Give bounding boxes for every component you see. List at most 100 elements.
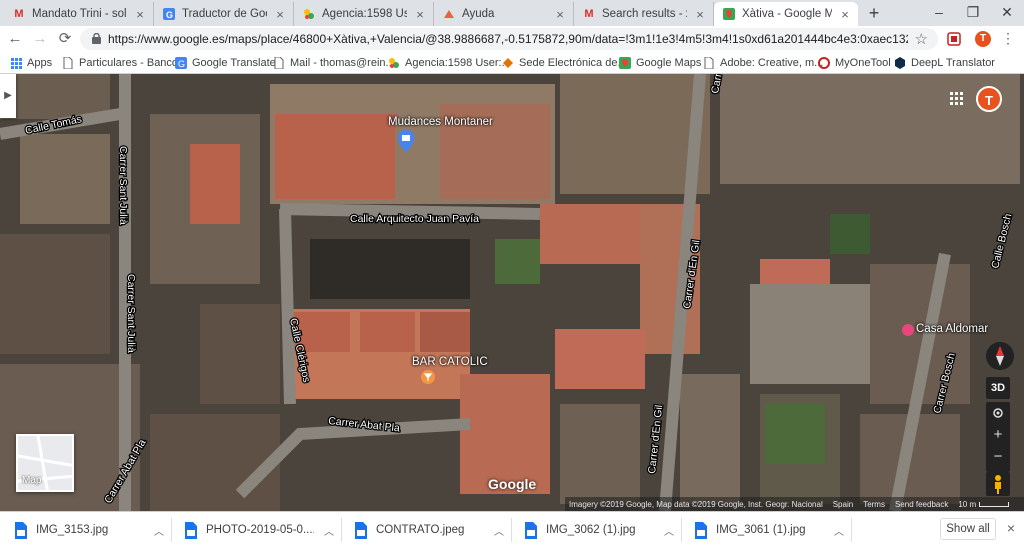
bookmark-label: Google Translate [192, 57, 276, 69]
download-filename: IMG_3153.jpg [36, 524, 109, 536]
pegman-icon[interactable] [986, 472, 1010, 496]
download-filename: CONTRATO.jpeg [376, 524, 465, 536]
image-file-icon [15, 521, 27, 539]
close-icon[interactable]: × [413, 7, 427, 22]
my-location-icon[interactable] [991, 406, 1005, 420]
close-icon[interactable]: × [1004, 520, 1018, 536]
tab-google-maps[interactable]: Xàtiva - Google Maps × [714, 2, 858, 26]
image-file-icon [695, 521, 707, 539]
show-all-button[interactable]: Show all [940, 518, 996, 540]
toggle-3d-button[interactable]: 3D [986, 377, 1010, 399]
minimize-button[interactable]: – [922, 0, 956, 26]
bookmark-label: MyOneTool [835, 57, 891, 69]
google-logo: Google [488, 476, 537, 492]
gmail-icon: M [584, 8, 594, 20]
lock-icon [92, 33, 101, 44]
download-item[interactable]: IMG_3061 (1).jpg ︿ [694, 518, 852, 542]
close-icon[interactable]: × [133, 7, 147, 22]
tab-mandato[interactable]: M Mandato Trini - solar X × [4, 2, 154, 26]
scale-label: 10 m [958, 499, 977, 509]
address-bar[interactable]: https://www.google.es/maps/place/46800+X… [80, 28, 938, 50]
google-maps-icon [722, 7, 736, 21]
bookmark-myonetool[interactable]: MyOneTool [818, 55, 891, 71]
bookmark-particulares[interactable]: Particulares - Banco... [62, 55, 187, 71]
download-item[interactable]: CONTRATO.jpeg ︿ [354, 518, 512, 542]
browser-window: M Mandato Trini - solar X × G Traductor … [0, 0, 1024, 546]
bookmark-star-icon[interactable]: ☆ [915, 30, 928, 48]
download-filename: IMG_3061 (1).jpg [716, 524, 806, 536]
download-item[interactable]: PHOTO-2019-05-0....jpg ︿ [184, 518, 342, 542]
page-icon [62, 57, 74, 69]
tab-traductor[interactable]: G Traductor de Google × [154, 2, 294, 26]
restore-button[interactable]: ❐ [956, 0, 990, 26]
road-label: Carrer Sant Julià [125, 274, 137, 353]
extension-icon[interactable] [946, 31, 962, 47]
road-label: Calle Clérigos [287, 317, 312, 383]
bookmark-label: Particulares - Banco... [79, 57, 188, 69]
bar-pin-icon[interactable] [421, 370, 435, 388]
compass-icon[interactable] [986, 342, 1014, 370]
tab-search-results[interactable]: M Search results - xthoma × [574, 2, 714, 26]
bookmark-label: Agencia:1598 User:... [405, 57, 511, 69]
bookmark-label: DeepL Translator [911, 57, 995, 69]
bookmark-sede[interactable]: Sede Electrónica de... [502, 55, 627, 71]
profile-avatar[interactable]: T [975, 31, 991, 47]
poi-label[interactable]: Mudances Montaner [388, 116, 493, 128]
close-icon[interactable]: × [838, 7, 852, 22]
zoom-controls: + − [986, 402, 1010, 472]
chevron-up-icon[interactable]: ︿ [662, 523, 676, 538]
map-attribution-bar: Imagery ©2019 Google, Map data ©2019 Goo… [565, 497, 1024, 511]
tab-title: Xàtiva - Google Maps [742, 8, 832, 20]
agencia-icon [388, 57, 400, 69]
bookmark-label: Sede Electrónica de... [519, 57, 627, 69]
chevron-up-icon[interactable]: ︿ [832, 523, 846, 538]
road-label: Calle Bosch [989, 212, 1014, 269]
scale-bar[interactable]: 10 m [958, 499, 1010, 509]
close-icon[interactable]: × [553, 7, 567, 22]
forward-button[interactable]: → [29, 28, 51, 50]
poi-label[interactable]: Casa Aldomar [916, 323, 988, 335]
satellite-map[interactable]: ▶ Calle Tomás Carrer Sant Julià Calle Ar… [0, 74, 1024, 511]
bookmark-google-translate[interactable]: G Google Translate [175, 55, 276, 71]
bookmark-adobe[interactable]: Adobe: Creative, m... [703, 55, 823, 71]
download-filename: IMG_3062 (1).jpg [546, 524, 636, 536]
bookmark-label: Mail - thomas@rein... [290, 57, 395, 69]
profile-avatar[interactable]: T [976, 86, 1002, 112]
map-layer-toggle[interactable]: Map [16, 434, 74, 492]
svg-text:G: G [178, 59, 185, 69]
close-icon[interactable]: × [693, 7, 707, 22]
chevron-up-icon[interactable]: ︿ [322, 523, 336, 538]
feedback-link[interactable]: Send feedback [895, 500, 948, 509]
download-item[interactable]: IMG_3153.jpg ︿ [14, 518, 172, 542]
bookmark-label: Google Maps [636, 57, 702, 69]
tab-title: Agencia:1598 User:6924 [322, 8, 407, 20]
terms-link[interactable]: Terms [863, 500, 885, 509]
menu-dots-icon[interactable]: ⋮ [1001, 29, 1015, 47]
chevron-up-icon[interactable]: ︿ [152, 523, 166, 538]
shop-pin-icon[interactable] [398, 130, 414, 152]
gmail-icon: M [14, 8, 24, 20]
region-link[interactable]: Spain [833, 500, 853, 509]
reload-button[interactable]: ⟳ [54, 28, 76, 50]
tab-ayuda[interactable]: Ayuda × [434, 2, 574, 26]
image-file-icon [355, 521, 367, 539]
shopping-pin-icon[interactable] [902, 324, 914, 336]
bookmark-agencia[interactable]: Agencia:1598 User:... [388, 55, 511, 71]
bookmark-mail[interactable]: Mail - thomas@rein... [273, 55, 395, 71]
back-button[interactable]: ← [4, 28, 26, 50]
tab-title: Traductor de Google [182, 8, 267, 20]
close-window-button[interactable]: ✕ [990, 0, 1024, 26]
bookmark-deepl[interactable]: DeepL Translator [894, 55, 995, 71]
poi-label[interactable]: BAR CATOLIC [412, 356, 488, 368]
new-tab-button[interactable]: + [864, 4, 884, 24]
chevron-up-icon[interactable]: ︿ [492, 523, 506, 538]
zoom-in-button[interactable]: + [986, 424, 1010, 446]
road-label: Carrer Sant Julià [117, 146, 129, 225]
download-item[interactable]: IMG_3062 (1).jpg ︿ [524, 518, 682, 542]
zoom-out-button[interactable]: − [986, 446, 1010, 468]
bookmark-apps[interactable]: Apps [10, 55, 52, 71]
tab-agencia[interactable]: Agencia:1598 User:6924 × [294, 2, 434, 26]
close-icon[interactable]: × [273, 7, 287, 22]
google-apps-icon[interactable] [950, 92, 964, 106]
bookmark-google-maps[interactable]: Google Maps [619, 55, 701, 71]
